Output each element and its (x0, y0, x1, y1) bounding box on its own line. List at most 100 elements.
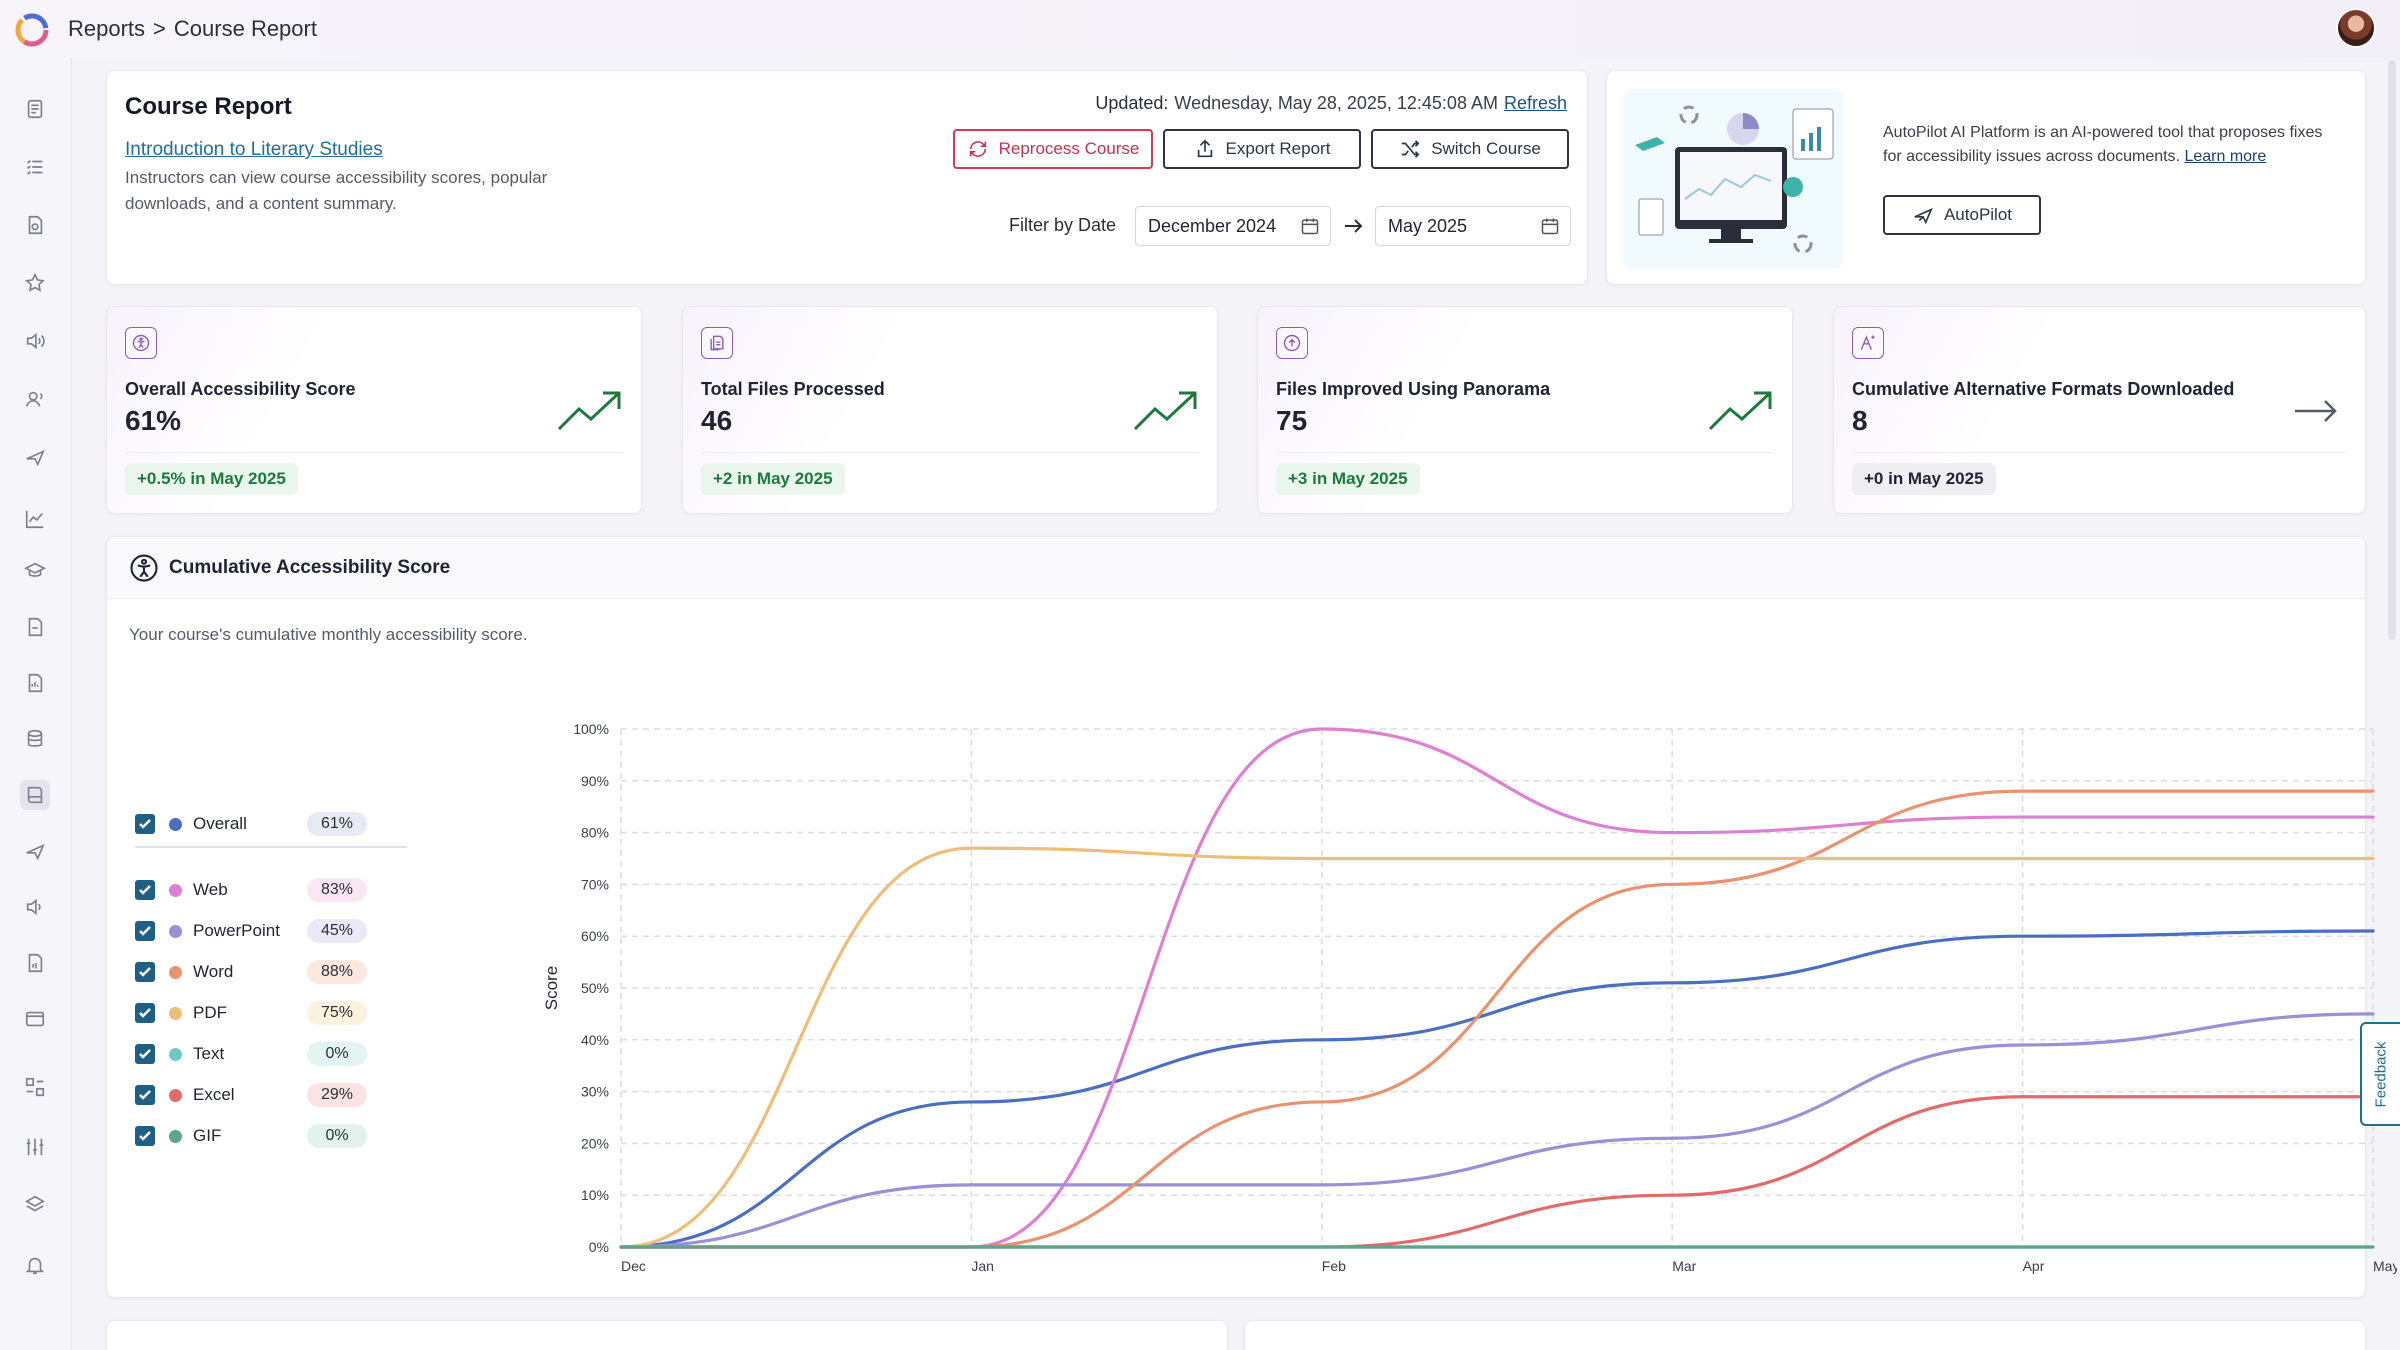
sidebar-plane[interactable] (20, 442, 50, 472)
alternative-formats-card (1244, 1320, 2366, 1350)
course-link[interactable]: Introduction to Literary Studies (125, 139, 383, 161)
avatar[interactable] (2336, 8, 2376, 48)
audio-icon (26, 332, 45, 350)
checkbox[interactable] (135, 921, 155, 941)
date-to-field[interactable]: May 2025 (1375, 206, 1571, 246)
sidebar-sliders[interactable] (20, 1132, 50, 1162)
file-icon (28, 617, 43, 637)
sidebar-file[interactable] (20, 612, 50, 642)
stat-value: 46 (701, 405, 733, 436)
series-color-dot (169, 1088, 182, 1102)
learn-more-link[interactable]: Learn more (2184, 148, 2266, 165)
export-report-button[interactable]: Export Report (1163, 129, 1361, 169)
sidebar-layers[interactable] (20, 1190, 50, 1220)
x-tick-label: Dec2024 (621, 1258, 652, 1277)
accessibility-score-card: Cumulative Accessibility Score Your cour… (106, 536, 2397, 1298)
sidebar-file-audio[interactable] (20, 948, 50, 978)
y-axis-label: Score (542, 966, 561, 1010)
sidebar-book[interactable] (20, 780, 50, 810)
legend-label: Text (193, 1044, 225, 1063)
window-icon (25, 1011, 45, 1027)
chart-line-icon (25, 510, 44, 529)
sidebar-speaker[interactable] (20, 892, 50, 922)
x-tick-label: Feb2025 (1322, 1258, 1353, 1277)
stat-card: Cumulative Alternative Formats Downloade… (1833, 306, 2366, 514)
legend-label: Excel (193, 1085, 235, 1104)
legend-item-text[interactable]: Text (135, 1039, 224, 1069)
stat-divider (701, 452, 1199, 453)
sidebar-bell[interactable] (20, 1250, 50, 1280)
x-tick-label: Jan2025 (971, 1258, 1002, 1277)
sidebar-file-chart[interactable] (20, 668, 50, 698)
y-tick-label: 70% (581, 876, 609, 892)
score-section-title: Cumulative Accessibility Score (169, 557, 451, 578)
scrollbar[interactable] (2388, 60, 2396, 640)
checklist-icon (27, 159, 43, 175)
top-bar: Reports > Course Report (0, 0, 2400, 58)
legend-item-web[interactable]: Web (135, 875, 228, 905)
checkbox[interactable] (135, 1085, 155, 1105)
sidebar-chart-line[interactable] (20, 504, 50, 534)
y-tick-label: 60% (581, 928, 609, 944)
legend-item-word[interactable]: Word (135, 957, 233, 987)
page-title: Course Report (125, 93, 292, 120)
series-color-dot (169, 924, 182, 938)
arrow-right-icon[interactable] (2281, 389, 2347, 433)
layers-icon (25, 1195, 45, 1212)
refresh-link[interactable]: Refresh (1504, 93, 1567, 114)
stat-change-badge: +2 in May 2025 (701, 463, 845, 495)
checkbox[interactable] (135, 962, 155, 982)
sidebar-integrations[interactable] (20, 1072, 50, 1102)
database-icon (27, 729, 43, 747)
filter-label: Filter by Date (1009, 215, 1117, 235)
accessibility-icon (130, 554, 158, 582)
speaker-icon (26, 898, 41, 916)
reprocess-course-button[interactable]: Reprocess Course (953, 129, 1153, 169)
date-from-field[interactable]: December 2024 (1135, 206, 1331, 246)
score-section-subtitle: Your course's cumulative monthly accessi… (129, 625, 528, 644)
sidebar-file-scan[interactable] (20, 210, 50, 240)
date-to-value: May 2025 (1388, 215, 1468, 236)
sidebar-database[interactable] (20, 724, 50, 754)
book-icon (27, 786, 43, 804)
checkbox[interactable] (135, 1126, 155, 1146)
sliders-icon (26, 1138, 44, 1156)
series-color-dot (169, 817, 182, 831)
app-logo[interactable] (12, 10, 52, 50)
checkbox[interactable] (135, 814, 155, 834)
sidebar-graduation[interactable] (20, 556, 50, 586)
checkbox[interactable] (135, 1003, 155, 1023)
legend-item-gif[interactable]: GIF (135, 1121, 221, 1151)
sidebar-send[interactable] (20, 836, 50, 866)
sidebar-checklist[interactable] (20, 152, 50, 182)
breadcrumb-reports[interactable]: Reports (68, 16, 145, 42)
shuffle-icon (1401, 140, 1420, 158)
series-color-dot (169, 965, 182, 979)
export-icon (1197, 139, 1212, 158)
checkbox[interactable] (135, 1044, 155, 1064)
sidebar-voice[interactable] (20, 384, 50, 414)
y-tick-label: 30% (581, 1084, 609, 1100)
sidebar-audio[interactable] (20, 326, 50, 356)
legend-label: Overall (193, 814, 247, 833)
sidebar-star[interactable] (20, 268, 50, 298)
y-tick-label: 80% (581, 825, 609, 841)
autopilot-button[interactable]: AutoPilot (1883, 195, 2041, 235)
legend-item-pdf[interactable]: PDF (135, 998, 227, 1028)
breadcrumb-separator: > (153, 16, 166, 41)
feedback-tab[interactable]: Feedback (2360, 1022, 2400, 1126)
sidebar-window[interactable] (20, 1004, 50, 1034)
autopilot-illustration (1623, 89, 1843, 269)
legend-label: GIF (193, 1126, 222, 1145)
sidebar-document[interactable] (20, 94, 50, 124)
legend-item-overall[interactable]: Overall (135, 809, 247, 839)
checkbox[interactable] (135, 880, 155, 900)
switch-course-button[interactable]: Switch Course (1371, 129, 1569, 169)
stat-card: Files Improved Using Panorama 75 +3 in M… (1257, 306, 1793, 514)
legend-label: Web (193, 880, 228, 899)
files-icon (701, 327, 733, 359)
reprocess-label: Reprocess Course (998, 139, 1140, 158)
legend-item-powerpoint[interactable]: PowerPoint (135, 916, 280, 946)
file-scan-icon (28, 215, 43, 235)
legend-item-excel[interactable]: Excel (135, 1080, 235, 1110)
